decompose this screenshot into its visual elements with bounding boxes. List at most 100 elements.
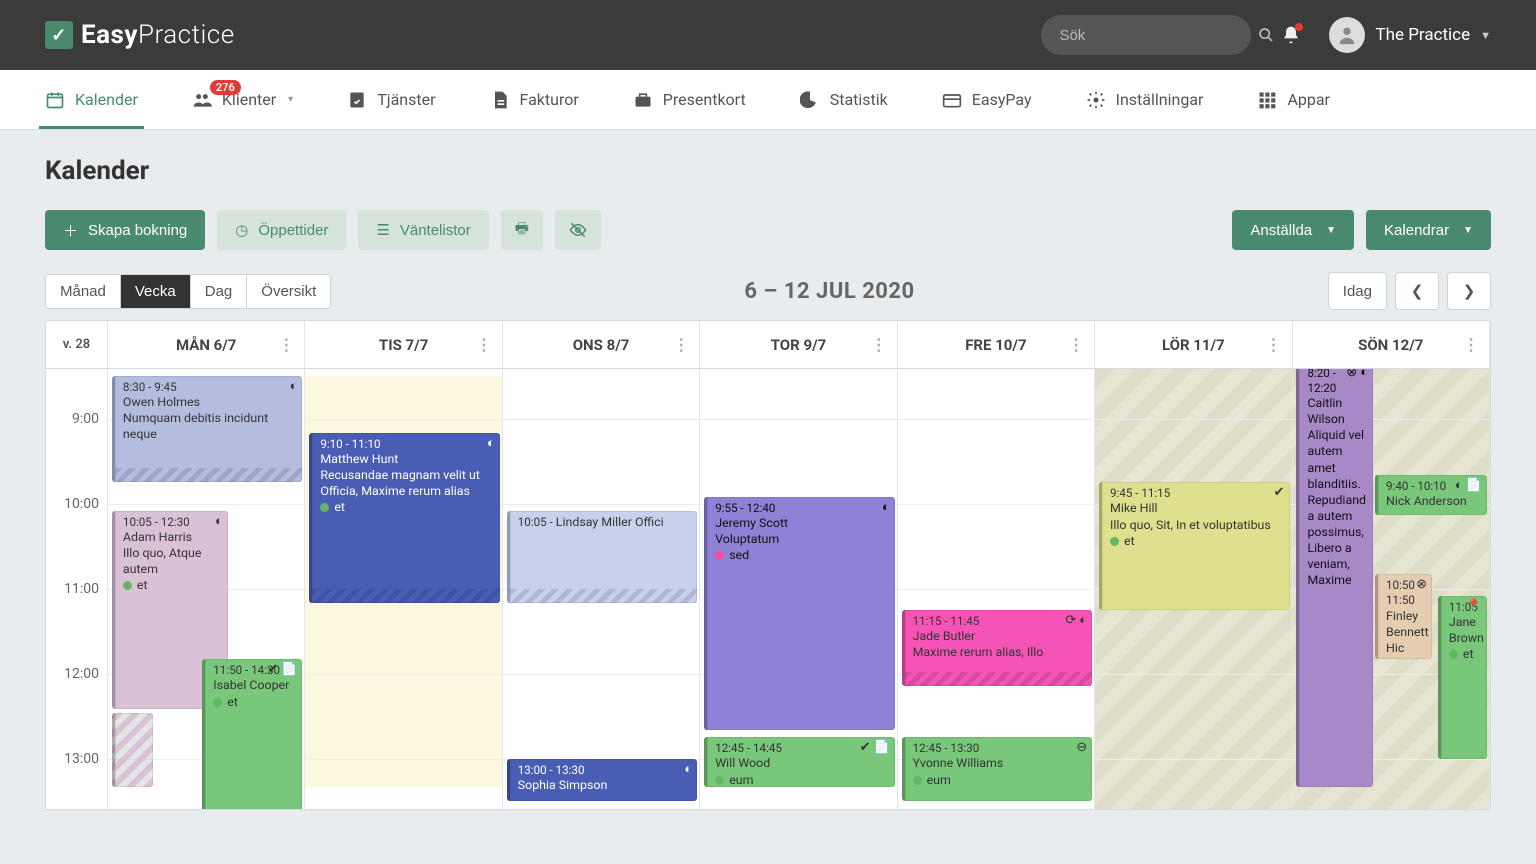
time-label: 13:00 xyxy=(64,751,99,767)
event-icons: ◐📄 xyxy=(1455,479,1482,492)
calendars-dropdown[interactable]: Kalendrar ▼ xyxy=(1366,210,1491,250)
day-menu-icon[interactable]: ⋮ xyxy=(1068,335,1084,354)
event-time: 12:45 - 13:30 xyxy=(913,741,1087,756)
day-header: TIS 7/7⋮ xyxy=(305,321,502,368)
calendar-event[interactable]: ◐9:10 - 11:10Matthew HuntRecusandae magn… xyxy=(309,433,500,603)
event-text: Illo quo, Atque autem xyxy=(123,546,222,578)
day-menu-icon[interactable]: ⋮ xyxy=(1266,335,1282,354)
day-column[interactable]: ⟳◐11:15 - 11:45Jade ButlerMaxime rerum a… xyxy=(898,369,1095,809)
search-icon xyxy=(1258,27,1274,43)
calendar-event[interactable]: ✔📄12:45 - 14:45Will Woodeum xyxy=(704,737,895,787)
event-status-icon: ◐ xyxy=(882,501,890,514)
day-menu-icon[interactable]: ⋮ xyxy=(1463,335,1479,354)
calendar-event[interactable]: ◐📄9:40 - 10:10Nick Anderson xyxy=(1375,475,1487,515)
nav-badge: 276 xyxy=(210,80,241,95)
view-overview[interactable]: Översikt xyxy=(246,275,330,308)
week-number: v. 28 xyxy=(46,321,108,368)
calendar-event[interactable]: ⊗10:50 - 11:50Finley BennettHic xyxy=(1375,574,1432,659)
calendar-event[interactable]: ⊖12:45 - 13:30Yvonne Williamseum xyxy=(902,737,1093,801)
toolbar: ＋ Skapa bokning ◷ Öppettider ☰ Väntelist… xyxy=(45,210,1491,250)
next-button[interactable]: ❯ xyxy=(1447,272,1491,310)
nav-kalender[interactable]: Kalender xyxy=(45,70,138,129)
tag-dot-icon xyxy=(123,581,132,590)
event-name: Finley Bennett xyxy=(1386,609,1426,641)
event-tag: et xyxy=(320,500,494,516)
waitlist-button[interactable]: ☰ Väntelistor xyxy=(358,210,488,250)
day-column[interactable]: 10:05 - Lindsay Miller Offici ◐13:00 - 13… xyxy=(503,369,700,809)
day-column[interactable]: ✔9:45 - 11:15Mike HillIllo quo, Sit, In … xyxy=(1095,369,1292,809)
calendar-event[interactable]: ⊗◐8:20 - 12:20Caitlin WilsonAliquid vel … xyxy=(1296,369,1373,787)
nav-fakturor[interactable]: Fakturor xyxy=(490,70,579,129)
nav-statistik[interactable]: Statistik xyxy=(800,70,888,129)
day-menu-icon[interactable]: ⋮ xyxy=(871,335,887,354)
nav-inställningar[interactable]: Inställningar xyxy=(1086,70,1204,129)
nav-easypay[interactable]: EasyPay xyxy=(942,70,1032,129)
staff-dropdown[interactable]: Anställda ▼ xyxy=(1232,210,1354,250)
event-time: 9:10 - 11:10 xyxy=(320,437,494,452)
prev-button[interactable]: ❮ xyxy=(1395,272,1439,310)
view-month[interactable]: Månad xyxy=(46,275,120,308)
event-status-icon: ◐ xyxy=(684,763,692,776)
list-icon: ☰ xyxy=(376,221,389,239)
event-name: Caitlin Wilson xyxy=(1307,396,1367,428)
event-tag: eum xyxy=(715,773,889,787)
topbar: ✓ EasyPractice The Practice ▼ xyxy=(0,0,1536,70)
caret-down-icon: ▼ xyxy=(1463,225,1473,236)
day-menu-icon[interactable]: ⋮ xyxy=(673,335,689,354)
view-day[interactable]: Dag xyxy=(190,275,247,308)
calendar-event[interactable]: ◐8:30 - 9:45Owen HolmesNumquam debitis i… xyxy=(112,376,303,482)
event-icons: ⊖ xyxy=(1076,741,1087,754)
nav-klienter[interactable]: Klienter▾276 xyxy=(192,70,293,129)
calendar-event[interactable]: ✔9:45 - 11:15Mike HillIllo quo, Sit, In … xyxy=(1099,482,1290,610)
event-name: Yvonne Williams xyxy=(913,756,1087,772)
day-menu-icon[interactable]: ⋮ xyxy=(278,335,294,354)
nav-icon xyxy=(800,90,820,110)
eye-off-icon xyxy=(569,221,587,239)
day-column[interactable]: ⊗◐8:20 - 12:20Caitlin WilsonAliquid vel … xyxy=(1293,369,1490,809)
create-booking-button[interactable]: ＋ Skapa bokning xyxy=(45,210,205,250)
calendar-event[interactable]: ⟳◐11:15 - 11:45Jade ButlerMaxime rerum a… xyxy=(902,610,1093,687)
calendar-event[interactable]: 📍11:05Jane Brownet xyxy=(1438,596,1487,759)
print-button[interactable]: 🖶 xyxy=(501,210,543,250)
event-time: 10:05 - 12:30 xyxy=(123,515,222,530)
event-name: Lindsay Miller xyxy=(556,515,632,530)
event-text: Illo quo, Sit, In et voluptatibus xyxy=(1110,518,1284,534)
day-column[interactable]: ◐8:30 - 9:45Owen HolmesNumquam debitis i… xyxy=(108,369,305,809)
event-time: 13:00 - 13:30 xyxy=(518,763,692,778)
main-nav: Kalender Klienter▾276 Tjänster Fakturor Pres… xyxy=(0,70,1536,130)
visibility-button[interactable] xyxy=(555,210,601,250)
user-menu[interactable]: The Practice ▼ xyxy=(1329,17,1491,53)
page-title: Kalender xyxy=(45,156,1491,186)
day-column[interactable]: ◐9:55 - 12:40Jeremy ScottVoluptatumsed ✔📄… xyxy=(700,369,897,809)
event-status-icon: 📄 xyxy=(1466,479,1482,492)
day-column[interactable]: ◐9:10 - 11:10Matthew HuntRecusandae magn… xyxy=(305,369,502,809)
chevron-left-icon: ❮ xyxy=(1411,283,1424,300)
calendar-event[interactable]: 10:05 - Lindsay Miller Offici xyxy=(507,511,698,603)
caret-down-icon: ▼ xyxy=(1326,225,1336,236)
calendar-event[interactable] xyxy=(112,713,153,787)
time-label: 12:00 xyxy=(64,666,99,682)
day-menu-icon[interactable]: ⋮ xyxy=(476,335,492,354)
event-status-icon: ◐ xyxy=(1360,369,1368,379)
event-name: Matthew Hunt xyxy=(320,452,494,468)
opening-hours-button[interactable]: ◷ Öppettider xyxy=(217,210,346,250)
nav-presentkort[interactable]: Presentkort xyxy=(633,70,746,129)
event-status-icon: ◐ xyxy=(1455,479,1463,492)
event-time: 9:55 - 12:40 xyxy=(715,501,889,516)
nav-appar[interactable]: Appar xyxy=(1257,70,1330,129)
search-input[interactable] xyxy=(1059,27,1258,44)
logo[interactable]: ✓ EasyPractice xyxy=(45,20,235,50)
nav-tjänster[interactable]: Tjänster xyxy=(347,70,435,129)
time-column: 9:0010:0011:0012:0013:00 xyxy=(46,369,108,809)
calendar-event[interactable]: ✔📄11:50 - 14:30Isabel Cooperet xyxy=(202,659,302,809)
calendar-event[interactable]: ◐9:55 - 12:40Jeremy ScottVoluptatumsed xyxy=(704,497,895,731)
event-status-icon: ◐ xyxy=(290,380,298,393)
event-status-icon: ⊗ xyxy=(1346,369,1357,379)
notifications-button[interactable] xyxy=(1281,25,1301,45)
event-time: 11:15 - 11:45 xyxy=(913,614,1087,629)
search-box[interactable] xyxy=(1041,15,1251,55)
calendar-event[interactable]: ◐13:00 - 13:30Sophia Simpson xyxy=(507,759,698,802)
today-button[interactable]: Idag xyxy=(1328,272,1387,310)
view-week[interactable]: Vecka xyxy=(120,275,190,308)
event-time: 10:05 - xyxy=(518,515,553,529)
